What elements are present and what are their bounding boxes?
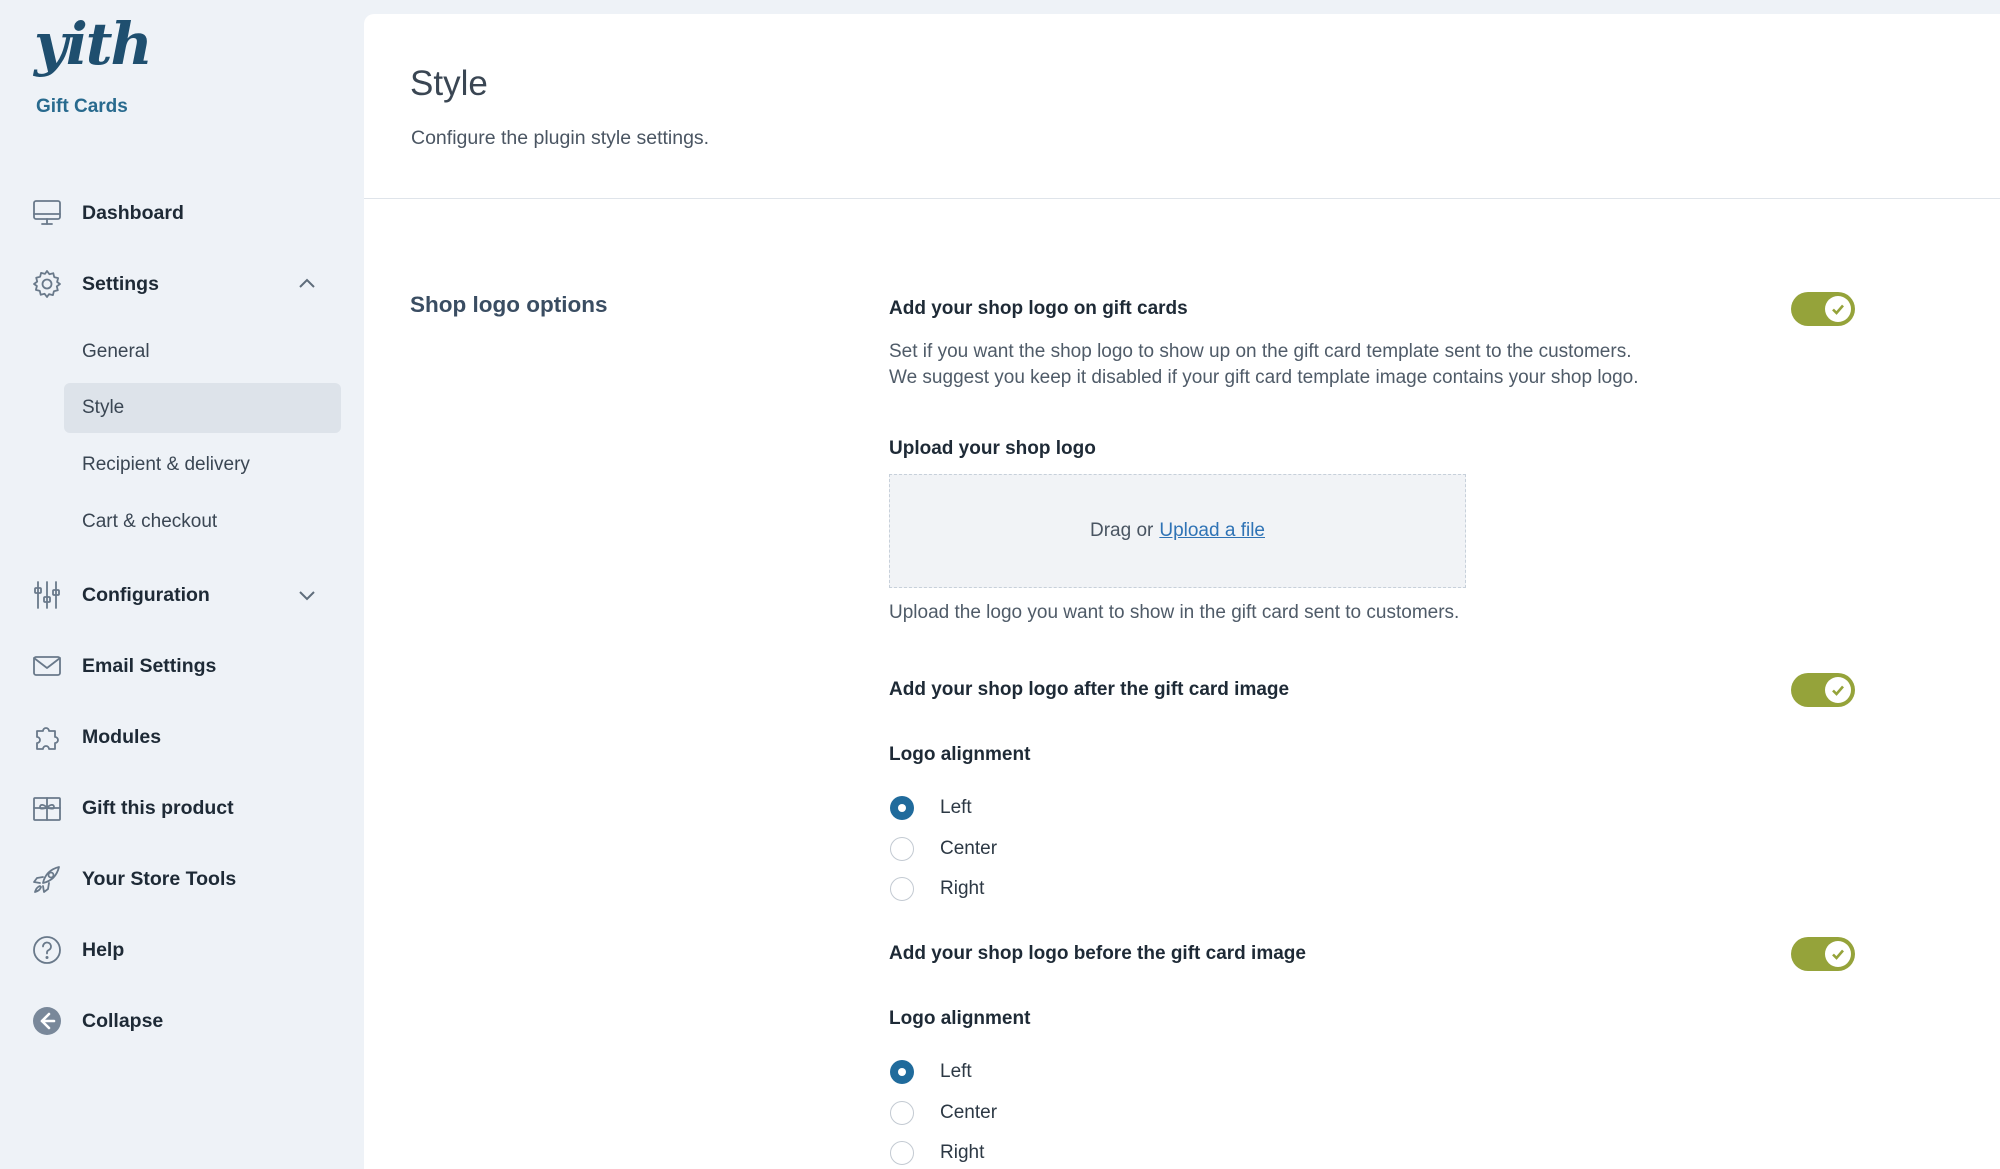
sidebar-subitem-style[interactable]: Style — [64, 383, 341, 433]
sidebar-subitem-cart-checkout[interactable]: Cart & checkout — [64, 497, 341, 547]
section-title: Shop logo options — [410, 292, 608, 317]
logo-dropzone[interactable]: Drag or Upload a file — [889, 474, 1466, 588]
gear-icon — [30, 267, 64, 301]
sidebar-item-dashboard[interactable]: Dashboard — [30, 185, 340, 241]
sidebar-item-label: Configuration — [82, 583, 210, 606]
sidebar-item-gift-this-product[interactable]: Gift this product — [30, 780, 340, 836]
upload-logo-help: Upload the logo you want to show in the … — [889, 602, 1460, 623]
sidebar-subitem-recipient-delivery[interactable]: Recipient & delivery — [64, 440, 341, 490]
sidebar-item-label: Dashboard — [82, 201, 184, 224]
sidebar-item-email-settings[interactable]: Email Settings — [30, 638, 340, 694]
sidebar-item-label: Settings — [82, 272, 159, 295]
radio-label: Left — [940, 1061, 972, 1082]
logo-alignment-label: Logo alignment — [889, 744, 1031, 765]
radio-left[interactable]: Left — [890, 1057, 972, 1087]
radio-button[interactable] — [890, 1101, 914, 1125]
radio-button[interactable] — [890, 877, 914, 901]
chevron-up-icon[interactable] — [296, 273, 318, 295]
logo-after-image-label: Add your shop logo after the gift card i… — [889, 679, 1290, 700]
sidebar-item-your-store-tools[interactable]: Your Store Tools — [30, 851, 340, 907]
sidebar-item-collapse[interactable]: Collapse — [30, 993, 340, 1049]
radio-center[interactable]: Center — [890, 834, 997, 864]
sidebar-item-label: Modules — [82, 725, 162, 748]
dropzone-text: Drag or — [1090, 520, 1154, 541]
logo-after-image-toggle[interactable] — [1791, 673, 1855, 707]
radio-left[interactable]: Left — [890, 793, 972, 823]
radio-label: Center — [940, 1102, 998, 1123]
logo-alignment-label: Logo alignment — [889, 1008, 1031, 1029]
collapse-arrow-icon — [30, 1004, 64, 1038]
radio-label: Right — [940, 1142, 985, 1163]
sidebar-subitem-general[interactable]: General — [64, 327, 341, 377]
shop-logo-on-gift-cards-toggle[interactable] — [1791, 292, 1855, 326]
radio-label: Left — [940, 797, 972, 818]
gift-icon — [30, 791, 64, 825]
sidebar-item-label: Email Settings — [82, 654, 217, 677]
yith-logo[interactable]: yith — [34, 10, 153, 78]
monitor-icon — [30, 196, 64, 230]
upload-logo-label: Upload your shop logo — [889, 438, 1096, 459]
radio-button[interactable] — [890, 796, 914, 820]
sidebar-item-configuration[interactable]: Configuration — [30, 567, 340, 623]
shop-logo-description-line-2: We suggest you keep it disabled if your … — [889, 367, 1639, 388]
toggle-check-icon — [1825, 296, 1851, 322]
logo-text: yith — [34, 10, 153, 78]
shop-logo-description-line-1: Set if you want the shop logo to show up… — [889, 341, 1632, 362]
page-description: Configure the plugin style settings. — [411, 127, 710, 149]
main-panel: Style Configure the plugin style setting… — [364, 14, 2000, 1169]
radio-button[interactable] — [890, 1060, 914, 1084]
toggle-check-icon — [1825, 941, 1851, 967]
sidebar-item-help[interactable]: Help — [30, 922, 340, 978]
puzzle-icon — [30, 720, 64, 754]
sidebar-item-label: Collapse — [82, 1009, 164, 1032]
logo-before-image-label: Add your shop logo before the gift card … — [889, 943, 1306, 964]
sliders-icon — [30, 578, 64, 612]
sidebar-item-settings[interactable]: Settings — [30, 256, 340, 312]
product-name: Gift Cards — [36, 96, 128, 117]
upload-file-link[interactable]: Upload a file — [1159, 520, 1265, 542]
radio-label: Center — [940, 838, 998, 859]
radio-right[interactable]: Right — [890, 1138, 984, 1168]
sidebar-item-label: Your Store Tools — [82, 867, 237, 890]
rocket-icon — [30, 862, 64, 896]
sidebar: yith Gift Cards Dashboard Settings Gener… — [0, 0, 364, 1169]
page-title: Style — [410, 64, 488, 103]
radio-center[interactable]: Center — [890, 1098, 997, 1128]
radio-button[interactable] — [890, 1141, 914, 1165]
radio-label: Right — [940, 878, 985, 899]
envelope-icon — [30, 649, 64, 683]
sidebar-item-label: Gift this product — [82, 796, 234, 819]
logo-before-image-toggle[interactable] — [1791, 937, 1855, 971]
chevron-down-icon[interactable] — [296, 584, 318, 606]
shop-logo-on-gift-cards-label: Add your shop logo on gift cards — [889, 298, 1188, 319]
page-header: Style Configure the plugin style setting… — [364, 14, 2000, 199]
sidebar-item-label: Help — [82, 938, 125, 961]
toggle-check-icon — [1825, 677, 1851, 703]
radio-button[interactable] — [890, 837, 914, 861]
radio-right[interactable]: Right — [890, 874, 984, 904]
help-icon — [30, 933, 64, 967]
sidebar-item-modules[interactable]: Modules — [30, 709, 340, 765]
